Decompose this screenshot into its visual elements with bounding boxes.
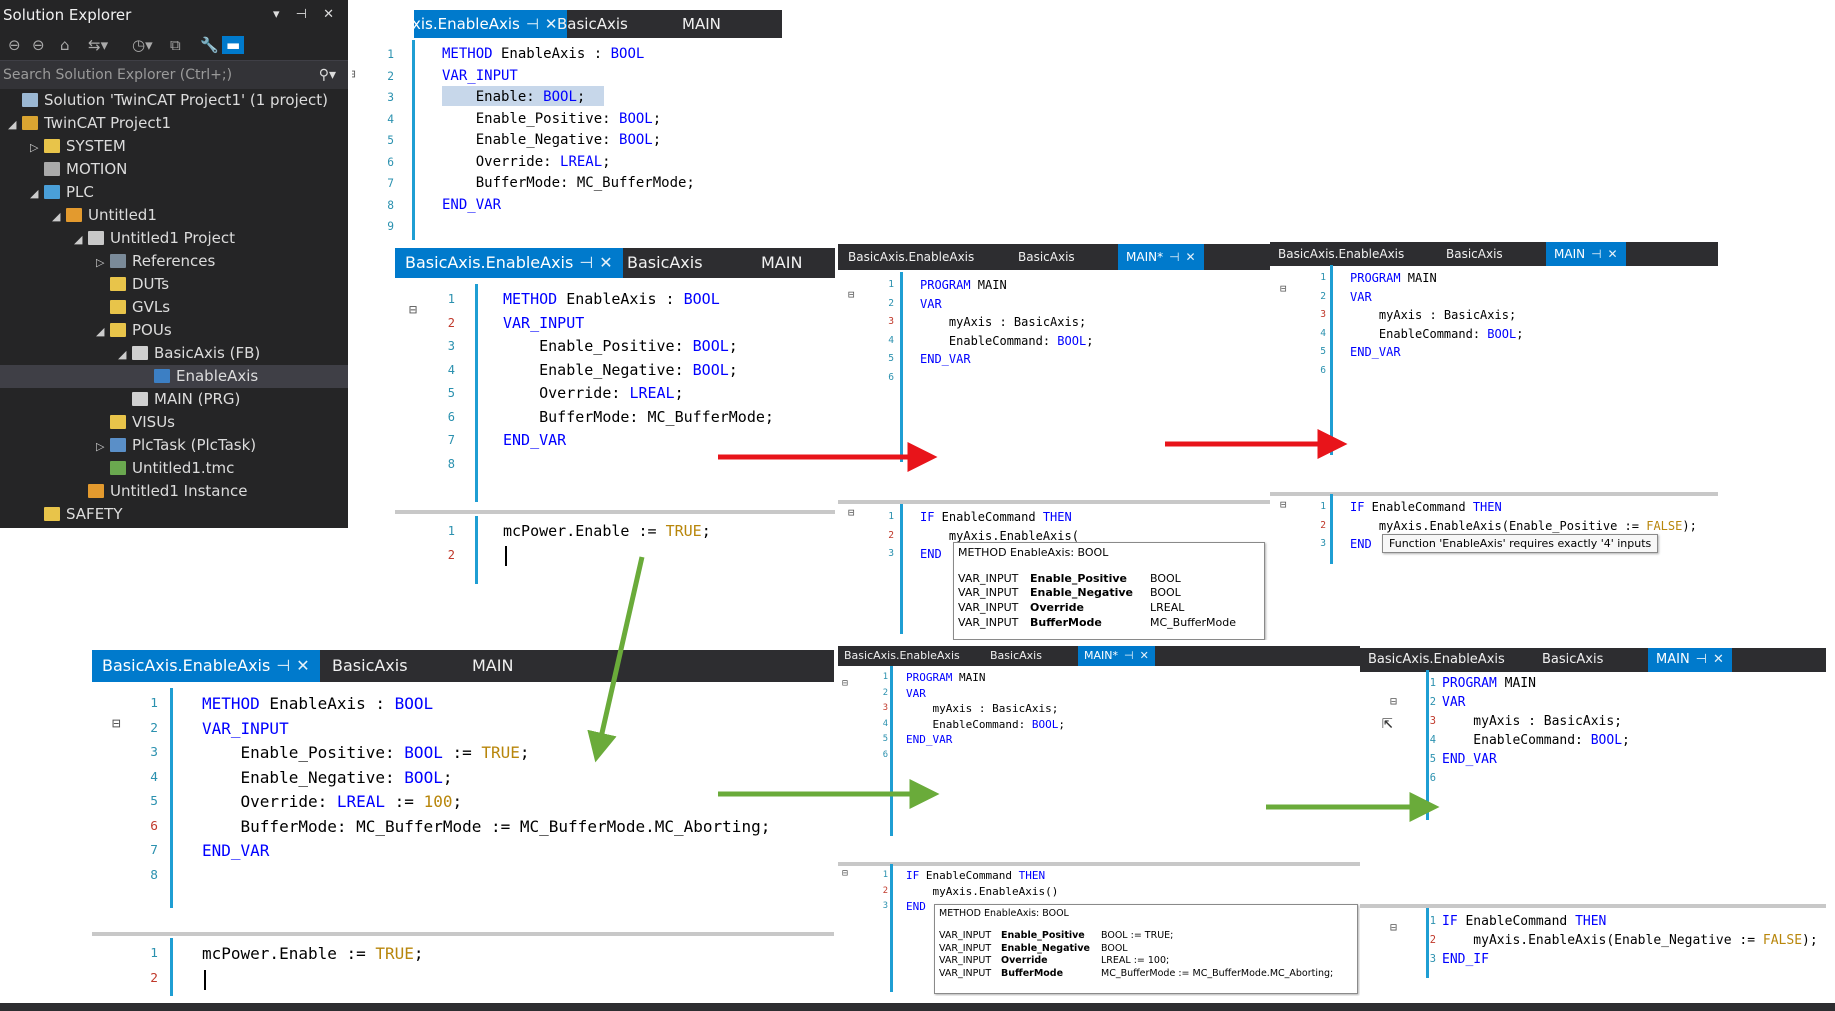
arrows-overlay xyxy=(587,429,1440,822)
bottom-status-strip xyxy=(0,1003,1835,1011)
green-arrow-down xyxy=(587,556,645,763)
